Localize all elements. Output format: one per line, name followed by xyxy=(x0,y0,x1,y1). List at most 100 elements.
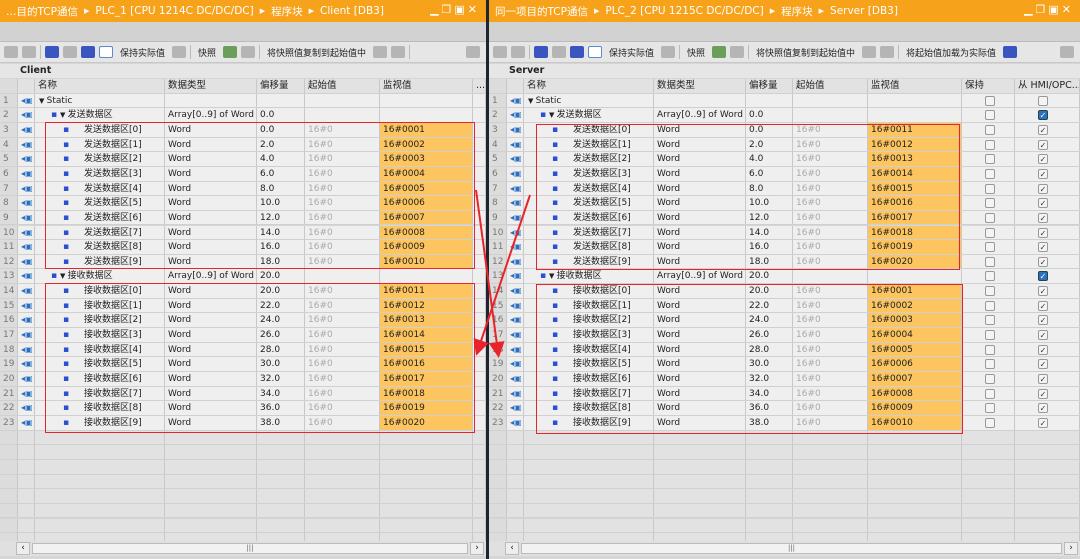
column-header[interactable]: 数据类型 xyxy=(654,79,746,93)
breadcrumb-item[interactable]: PLC_2 [CPU 1215C DC/DC/DC] xyxy=(605,5,763,17)
edit-icon[interactable] xyxy=(552,46,566,58)
hmi-access-checkbox[interactable]: ✓ xyxy=(1038,198,1048,209)
table-row[interactable]: 12 ◂▣ ▪ 发送数据区[9] Word 18.0 16#0 16#0020 ✓ xyxy=(489,254,1080,270)
insert-row-icon[interactable] xyxy=(4,46,18,58)
data-type-cell[interactable]: Word xyxy=(165,342,257,357)
data-type-cell[interactable]: Word xyxy=(165,254,257,269)
data-type-cell[interactable]: Word xyxy=(165,122,257,137)
table-row[interactable]: 10 ◂▣ ▪ 发送数据区[7] Word 14.0 16#0 16#0018 ✓ xyxy=(489,225,1080,241)
start-value-cell[interactable]: 16#0 xyxy=(305,122,380,137)
horizontal-scrollbar[interactable]: ‹ ||| › xyxy=(0,541,486,556)
hmi-access-checkbox[interactable]: ✓ xyxy=(1038,403,1048,414)
start-value-cell[interactable]: 16#0 xyxy=(305,152,380,166)
data-type-cell[interactable]: Word xyxy=(654,210,746,225)
offset-cell[interactable]: 36.0 xyxy=(746,401,793,415)
offset-cell[interactable]: 28.0 xyxy=(746,342,793,357)
start-value-cell[interactable]: 16#0 xyxy=(305,137,380,152)
table-row[interactable]: 19 ◂▣ ▪ 接收数据区[5] Word 30.0 16#0 16#0016 xyxy=(0,357,486,372)
table-row[interactable]: 2 ◂▣ ▪ ▼ 发送数据区 Array[0..9] of Word 0.0 ✓ xyxy=(489,108,1080,123)
name-cell[interactable]: ▪ 接收数据区[5] xyxy=(524,357,654,371)
monitor-value-cell[interactable]: 16#0008 xyxy=(868,386,962,401)
data-type-cell[interactable]: Word xyxy=(654,357,746,371)
snapshot-load-icon[interactable] xyxy=(223,46,238,58)
start-value-cell[interactable]: 16#0 xyxy=(305,357,380,371)
name-cell[interactable]: ▪ 接收数据区[8] xyxy=(35,401,165,415)
name-cell[interactable]: ▪ 接收数据区[2] xyxy=(524,313,654,328)
breadcrumb-item[interactable]: …目的TCP通信 xyxy=(6,4,78,19)
monitor-value-cell[interactable]: 16#0015 xyxy=(380,342,473,357)
snapshot-export-icon[interactable] xyxy=(730,46,745,58)
retain-checkbox[interactable] xyxy=(985,300,995,311)
data-type-cell[interactable]: Word xyxy=(654,196,746,210)
hmi-access-checkbox[interactable]: ✓ xyxy=(1038,374,1048,384)
scroll-right-icon[interactable]: › xyxy=(1064,542,1078,555)
start-value-cell[interactable]: 16#0 xyxy=(305,386,380,401)
monitor-value-cell[interactable]: 16#0018 xyxy=(380,386,473,401)
hmi-access-checkbox[interactable] xyxy=(1038,95,1048,106)
monitor-value-cell[interactable]: 16#0019 xyxy=(380,401,473,415)
column-header[interactable]: 名称 xyxy=(35,79,165,93)
retain-checkbox[interactable] xyxy=(985,256,995,267)
offset-cell[interactable]: 0.0 xyxy=(746,108,793,122)
monitor-value-cell[interactable]: 16#0020 xyxy=(380,415,473,430)
monitor-value-cell[interactable]: 16#0013 xyxy=(380,313,473,328)
offset-cell[interactable]: 30.0 xyxy=(746,357,793,371)
monitor-all-icon[interactable] xyxy=(588,46,602,58)
start-value-cell[interactable]: 16#0 xyxy=(305,372,380,386)
offset-cell[interactable]: 20.0 xyxy=(746,269,793,284)
monitor-value-cell[interactable]: 16#0012 xyxy=(380,298,473,313)
data-type-cell[interactable] xyxy=(654,93,746,108)
hmi-access-checkbox[interactable]: ✓ xyxy=(1038,256,1048,267)
collapse-triangle-icon[interactable]: ▼ xyxy=(549,111,557,119)
empty-row[interactable] xyxy=(0,430,486,446)
name-cell[interactable]: ▪ 发送数据区[6] xyxy=(35,210,165,225)
offset-cell[interactable]: 28.0 xyxy=(257,342,305,357)
monitor-value-cell[interactable]: 16#0019 xyxy=(868,240,962,254)
retain-checkbox[interactable] xyxy=(985,227,995,238)
retain-checkbox[interactable] xyxy=(985,388,995,399)
data-type-cell[interactable] xyxy=(165,93,257,108)
collapse-triangle-icon[interactable]: ▼ xyxy=(60,111,68,119)
name-cell[interactable]: ▪ 接收数据区[3] xyxy=(524,328,654,342)
hmi-access-checkbox[interactable]: ✓ xyxy=(1038,168,1048,179)
copy-all-icon[interactable] xyxy=(880,46,895,58)
name-cell[interactable]: ▪ 接收数据区[0] xyxy=(524,284,654,298)
hmi-access-checkbox[interactable]: ✓ xyxy=(1038,271,1048,282)
monitor-value-cell[interactable]: 16#0005 xyxy=(380,181,473,196)
start-value-cell[interactable]: 16#0 xyxy=(305,254,380,269)
start-value-cell[interactable]: 16#0 xyxy=(305,415,380,430)
monitor-value-cell[interactable]: 16#0002 xyxy=(380,137,473,152)
start-value-cell[interactable]: 16#0 xyxy=(793,313,868,328)
data-type-cell[interactable]: Word xyxy=(165,137,257,152)
start-value-cell[interactable] xyxy=(305,269,380,284)
snapshot-button[interactable]: 快照 xyxy=(195,46,219,59)
data-type-cell[interactable]: Word xyxy=(654,386,746,401)
name-cell[interactable]: ▪ 接收数据区[7] xyxy=(524,386,654,401)
table-row[interactable]: 13 ◂▣ ▪ ▼ 接收数据区 Array[0..9] of Word 20.0 ✓ xyxy=(489,269,1080,285)
keep-actual-values-button[interactable]: 保持实际值 xyxy=(117,46,168,59)
retain-checkbox[interactable] xyxy=(985,95,995,106)
retain-checkbox[interactable] xyxy=(985,417,995,428)
add-row-icon[interactable] xyxy=(511,46,525,58)
hmi-access-checkbox[interactable]: ✓ xyxy=(1038,183,1048,194)
table-row[interactable]: 11 ◂▣ ▪ 发送数据区[8] Word 16.0 16#0 16#0009 xyxy=(0,240,486,255)
table-row[interactable]: 21 ◂▣ ▪ 接收数据区[7] Word 34.0 16#0 16#0008 ✓ xyxy=(489,386,1080,402)
table-row[interactable]: 16 ◂▣ ▪ 接收数据区[2] Word 24.0 16#0 16#0013 xyxy=(0,313,486,329)
offset-cell[interactable]: 16.0 xyxy=(257,240,305,254)
scroll-thumb[interactable]: ||| xyxy=(32,543,468,554)
name-cell[interactable]: ▪ 发送数据区[2] xyxy=(35,152,165,166)
start-value-cell[interactable]: 16#0 xyxy=(793,137,868,152)
data-type-cell[interactable]: Word xyxy=(165,284,257,298)
offset-cell[interactable]: 26.0 xyxy=(746,328,793,342)
monitor-value-cell[interactable]: 16#0002 xyxy=(868,298,962,313)
name-cell[interactable]: ▪ 接收数据区[3] xyxy=(35,328,165,342)
table-row[interactable]: 4 ◂▣ ▪ 发送数据区[1] Word 2.0 16#0 16#0002 xyxy=(0,137,486,153)
data-type-cell[interactable]: Array[0..9] of Word xyxy=(165,269,257,284)
start-value-cell[interactable]: 16#0 xyxy=(793,415,868,430)
monitor-value-cell[interactable]: 16#0011 xyxy=(380,284,473,298)
column-header[interactable]: 偏移量 xyxy=(746,79,793,93)
data-type-cell[interactable]: Word xyxy=(165,386,257,401)
load-start-as-actual-button[interactable]: 将起始值加载为实际值 xyxy=(903,46,999,59)
start-value-cell[interactable]: 16#0 xyxy=(793,254,868,269)
name-cell[interactable]: ▪ 接收数据区[6] xyxy=(35,372,165,386)
